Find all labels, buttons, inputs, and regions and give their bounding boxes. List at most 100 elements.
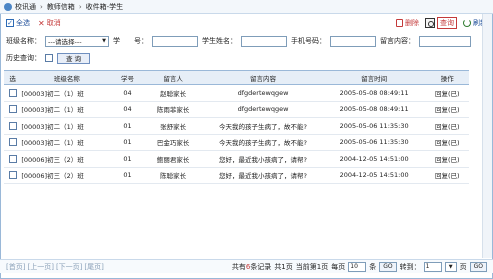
cell-sender: 张舒家长 [142,117,204,135]
per-page-unit: 条 [369,262,377,271]
row-checkbox-cell [4,167,22,184]
chevron-down-icon: ▼ [102,38,106,44]
cell-content: dfgdertewqgew [203,101,323,118]
cell-class: [00003]初二（1）班 [21,84,113,102]
jump-unit: 页 [459,262,467,271]
jump-page-dropdown[interactable]: ▼ [444,261,457,272]
query-button[interactable]: 查询 [425,17,457,29]
delete-label: 删除 [405,19,419,27]
row-checkbox-cell [4,84,22,102]
cell-action[interactable]: 回复(已) [425,134,469,151]
table-row: [00006]初三（2）班 01 陈聪家长 您好，最近我小孩病了，请帮? 2004-12… [4,167,469,184]
row-checkbox-cell [4,117,22,135]
cancel-label: 取消 [46,19,61,27]
home-icon [4,2,12,11]
search-submit-button[interactable]: 查 询 [57,52,91,64]
cell-time: 2005-05-06 11:35:30 [322,134,426,151]
cell-action[interactable]: 回复(已) [425,150,469,168]
row-checkbox[interactable] [8,121,17,130]
cell-time: 2005-05-06 11:35:30 [322,117,426,135]
cell-content: 今天我的孩子生病了，故不能? [203,117,323,135]
row-checkbox[interactable] [8,88,17,97]
col-sender: 留言人 [142,70,204,85]
search-filters: 班级名称： ---请选择--- ▼ 学 号： 学生姓名： 手机号码： 留言内容： [0,34,493,48]
first-page-link[interactable]: [首页] [6,262,25,272]
current-page: 当前第1页 [296,262,328,272]
cell-student-no: 04 [112,84,143,102]
table-row: [00003]初二（1）班 01 张舒家长 今天我的孩子生病了，故不能? 2005-05… [4,117,469,135]
cell-class: [00003]初二（1）班 [21,117,113,135]
jump-go-button[interactable]: GO [469,261,487,272]
cell-sender: 赵聪家长 [142,84,204,102]
jump-label: 转到： [399,262,421,271]
student-name-input[interactable] [241,35,287,47]
history-label: 历史查询： [6,54,41,62]
row-checkbox-cell [4,150,22,168]
class-select[interactable]: ---请选择--- ▼ [45,35,109,47]
row-checkbox[interactable] [8,171,17,180]
col-time: 留言时间 [322,70,426,85]
cancel-button[interactable]: ✕ 取消 [38,18,61,28]
cell-content: 您好，最近我小孩病了，请帮? [203,150,323,168]
breadcrumb-item-mailbox[interactable]: 教师信箱 [47,2,75,12]
col-class: 班级名称 [21,70,113,85]
table-header-row: 选 班级名称 学号 留言人 留言内容 留言时间 操作 [4,70,469,85]
cell-sender: 巴金巧家长 [142,134,204,151]
cell-student-no: 01 [112,150,143,168]
cell-action[interactable]: 回复(已) [425,101,469,118]
cell-action[interactable]: 回复(已) [425,167,469,184]
jump-page-input[interactable]: 1 [423,261,442,272]
chevron-right-icon: › [40,2,43,11]
per-page-label: 每页 [331,262,346,271]
row-checkbox[interactable] [8,154,17,163]
message-label: 留言内容： [380,37,415,45]
phone-input[interactable] [330,35,376,47]
delete-button[interactable]: 删除 [396,18,419,28]
cell-content: 您好，最近我小孩病了，请帮? [203,167,323,184]
select-all-button[interactable]: ✓ 全选 [6,18,30,28]
row-checkbox[interactable] [8,105,17,114]
cell-content: 今天我的孩子生病了，故不能? [203,134,323,151]
cell-time: 2005-05-08 08:49:11 [322,84,426,102]
last-page-link[interactable]: [尾页] [84,262,103,272]
table-row: [00006]初三（2）班 01 鲍丽君家长 您好，最近我小孩病了，请帮? 2004-1… [4,150,469,168]
per-page-go-button[interactable]: GO [379,261,397,272]
row-checkbox-cell [4,101,22,118]
message-input[interactable] [419,35,471,47]
toolbar: ✓ 全选 ✕ 取消 删除 查询 刷新 [0,14,493,32]
cell-time: 2004-12-05 14:51:00 [322,167,426,184]
cell-class: [00006]初三（2）班 [21,167,113,184]
next-page-link[interactable]: [下一页] [56,262,82,272]
cell-sender: 鲍丽君家长 [142,150,204,168]
close-icon: ✕ [38,18,45,28]
cell-action[interactable]: 回复(已) [425,84,469,102]
cell-student-no: 01 [112,167,143,184]
history-row: 历史查询： 查 询 [0,51,493,65]
chevron-right-icon: › [78,2,82,11]
prev-page-link[interactable]: [上一页] [27,262,53,272]
cell-action[interactable]: 回复(已) [425,117,469,135]
phone-label: 手机号码： [291,37,326,45]
breadcrumb-item-root[interactable]: 校讯通 [15,2,36,12]
per-page-input[interactable]: 10 [348,261,367,272]
student-no-input[interactable] [152,35,198,47]
class-select-value: ---请选择--- [48,38,82,46]
cell-student-no: 01 [112,117,143,135]
cell-class: [00006]初三（2）班 [21,150,113,168]
col-select: 选 [4,70,22,85]
history-checkbox[interactable] [45,54,53,62]
total-suffix: 条记录 [250,262,272,271]
check-icon: ✓ [6,18,14,27]
current-suffix: 页 [321,262,329,271]
cell-sender: 陈聪家长 [142,167,204,184]
scrollbar[interactable] [482,14,492,258]
student-name-label: 学生姓名： [202,37,237,45]
total-pages: 共1页 [274,262,293,271]
total-prefix: 共有 [231,262,246,271]
search-icon [425,18,435,28]
cell-student-no: 01 [112,134,143,151]
table-row: [00003]初二（1）班 04 陈雨菲家长 dfgdertewqgew 2005-05… [4,101,469,118]
trash-icon [396,19,403,27]
query-label: 查询 [437,17,457,29]
row-checkbox[interactable] [8,138,17,147]
